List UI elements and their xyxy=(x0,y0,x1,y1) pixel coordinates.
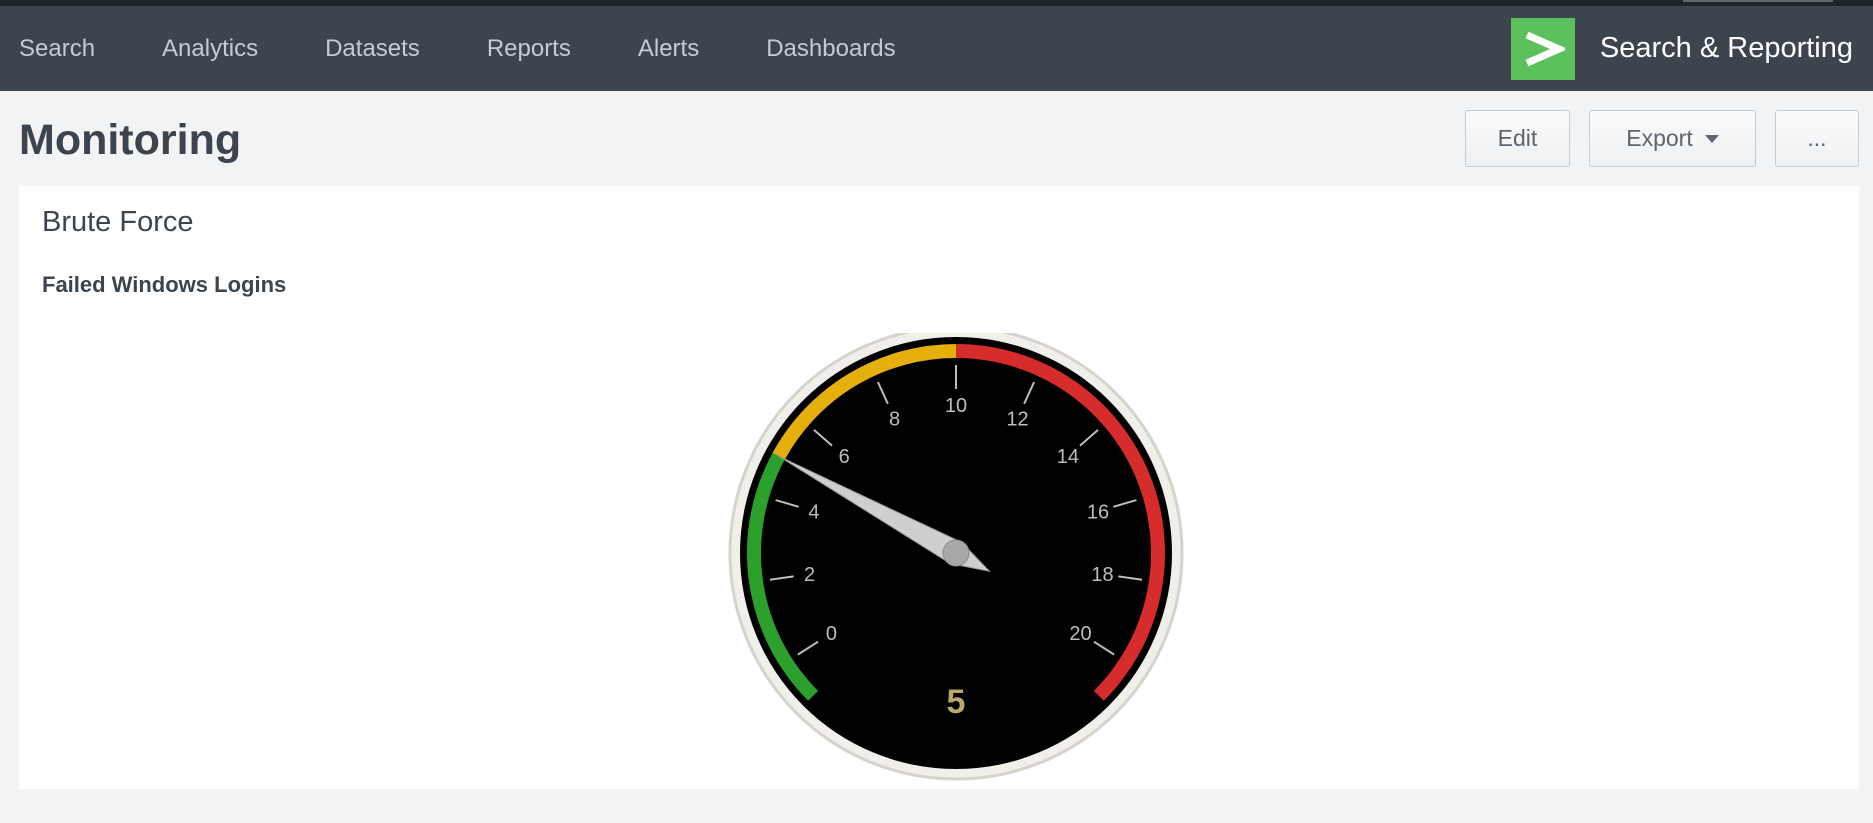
radial-gauge: 0 2 4 6 8 10 12 14 16 18 20 5 xyxy=(704,333,1204,783)
app-brand[interactable]: Search & Reporting xyxy=(1510,6,1853,91)
page-title: Monitoring xyxy=(19,116,242,164)
main-nav: Search Analytics Datasets Reports Alerts… xyxy=(0,6,944,91)
gauge-value-label: 5 xyxy=(947,683,966,721)
caret-down-icon xyxy=(1704,134,1719,143)
gauge-tick-label-18: 18 xyxy=(1091,564,1113,586)
edit-button[interactable]: Edit xyxy=(1465,110,1570,167)
nav-item-analytics[interactable]: Analytics xyxy=(162,35,258,63)
export-button-label: Export xyxy=(1626,125,1693,151)
app-title: Search & Reporting xyxy=(1599,32,1853,64)
nav-item-datasets[interactable]: Datasets xyxy=(325,35,420,63)
nav-item-search[interactable]: Search xyxy=(19,35,95,63)
edit-button-label: Edit xyxy=(1497,125,1538,151)
gauge-tick-label-12: 12 xyxy=(1006,408,1028,430)
nav-item-reports[interactable]: Reports xyxy=(487,35,571,63)
gauge-svg: 0 2 4 6 8 10 12 14 16 18 20 5 xyxy=(728,333,1184,781)
gauge-tick-label-14: 14 xyxy=(1057,446,1079,468)
app-logo xyxy=(1510,17,1575,80)
top-strip-field xyxy=(1683,0,1833,2)
nav-item-dashboards[interactable]: Dashboards xyxy=(766,35,895,63)
more-actions-label: ... xyxy=(1807,125,1827,151)
export-button[interactable]: Export xyxy=(1589,110,1756,167)
gauge-tick-label-4: 4 xyxy=(808,501,819,523)
panel-title: Brute Force xyxy=(42,206,194,238)
dashboard-panel: Brute Force Failed Windows Logins 0 2 4 6 8 1… xyxy=(19,186,1859,789)
more-actions-button[interactable]: ... xyxy=(1775,110,1859,167)
gauge-needle-hub xyxy=(942,539,970,567)
chevron-right-icon xyxy=(1525,31,1565,66)
gauge-tick-label-8: 8 xyxy=(889,408,900,430)
gauge-tick-label-2: 2 xyxy=(804,564,815,586)
nav-item-alerts[interactable]: Alerts xyxy=(638,35,699,63)
app-bar: Search Analytics Datasets Reports Alerts… xyxy=(0,6,1873,91)
gauge-tick-label-0: 0 xyxy=(826,623,837,645)
gauge-tick-label-20: 20 xyxy=(1069,623,1091,645)
gauge-tick-label-16: 16 xyxy=(1087,501,1109,523)
visualization-title: Failed Windows Logins xyxy=(42,272,287,297)
gauge-tick-label-6: 6 xyxy=(839,446,850,468)
gauge-tick-label-10: 10 xyxy=(945,395,967,417)
